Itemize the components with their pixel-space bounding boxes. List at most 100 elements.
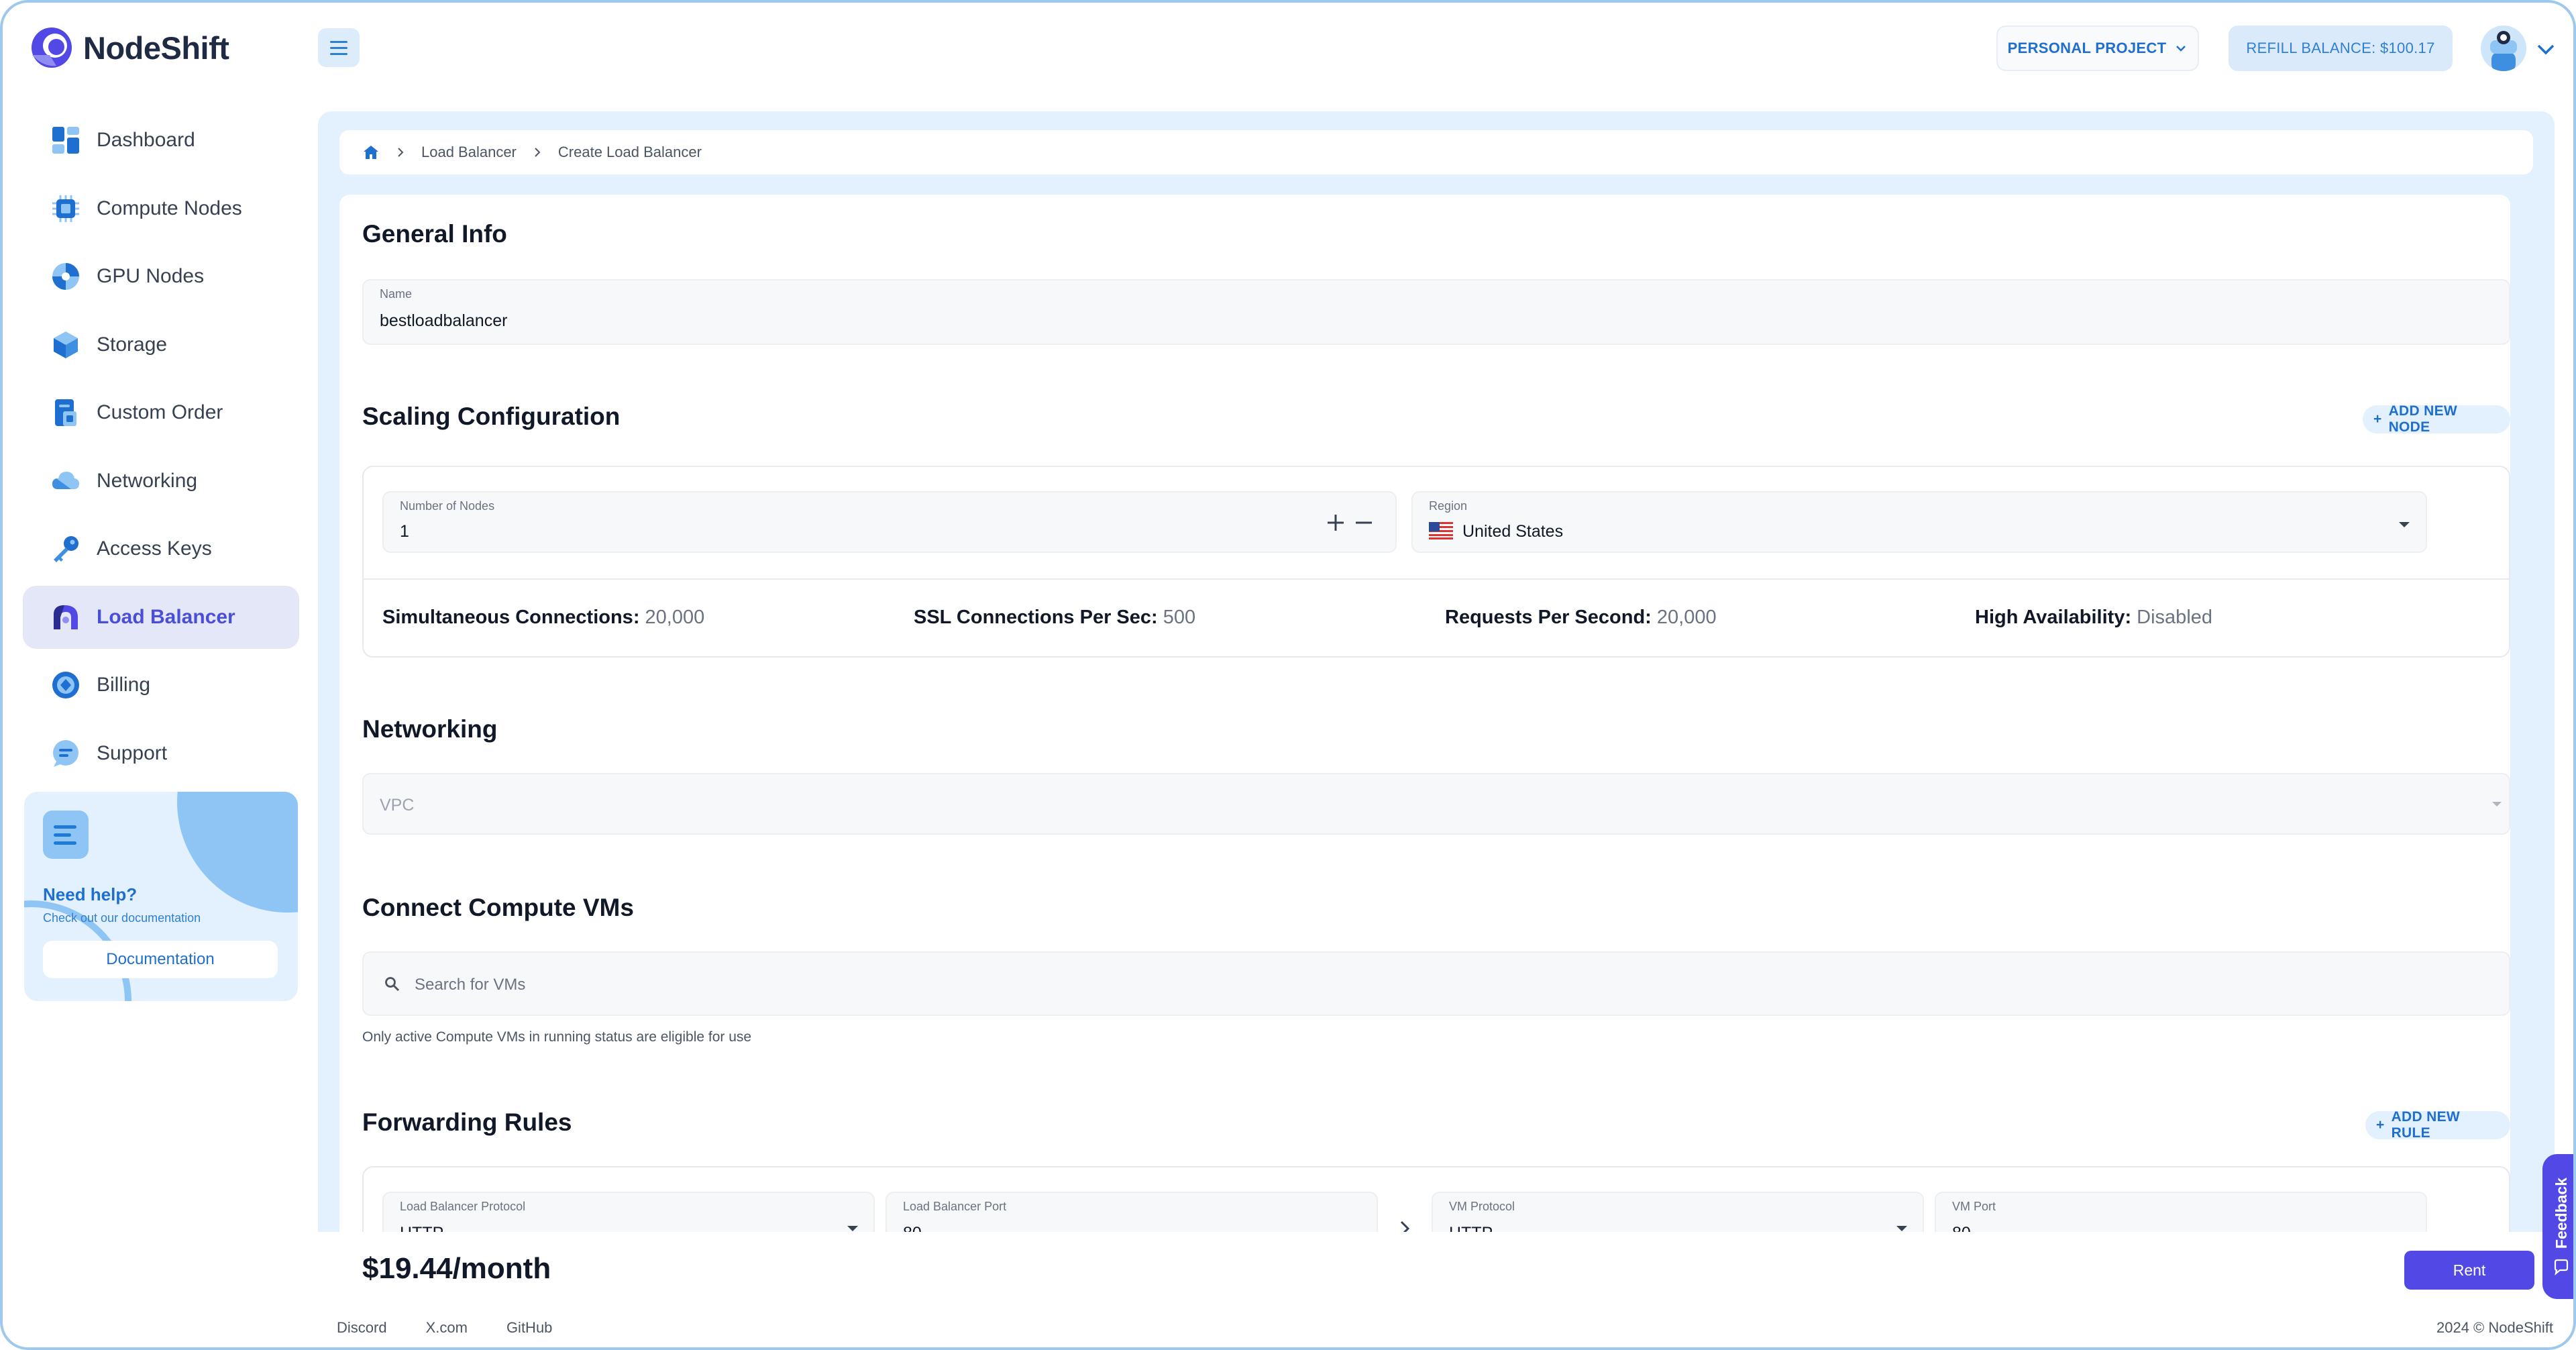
sidebar-item-label: Access Keys bbox=[97, 537, 212, 560]
region-field-value: United States bbox=[1462, 522, 1564, 541]
document-icon bbox=[43, 811, 89, 859]
name-field-value: bestloadbalancer bbox=[380, 311, 508, 330]
chevron-down-icon[interactable] bbox=[2534, 38, 2557, 60]
sidebar-item-compute-nodes[interactable]: Compute Nodes bbox=[23, 177, 299, 240]
sidebar-item-networking[interactable]: Networking bbox=[23, 450, 299, 513]
sidebar-item-label: Load Balancer bbox=[97, 605, 235, 628]
add-new-rule-label: ADD NEW RULE bbox=[2391, 1109, 2461, 1141]
billing-icon bbox=[50, 669, 82, 701]
name-field[interactable]: Name bestloadbalancer bbox=[362, 279, 2510, 345]
vm-port-input[interactable]: VM Port 80 bbox=[1935, 1192, 2427, 1232]
sidebar-item-label: Dashboard bbox=[97, 129, 195, 151]
feedback-tab[interactable]: Feedback bbox=[2542, 1154, 2573, 1299]
vm-protocol-value: HTTP bbox=[1449, 1224, 1493, 1232]
forwarding-rule-row: Load Balancer Protocol HTTP Load Balance… bbox=[362, 1166, 2510, 1232]
monthly-price: $19.44/month bbox=[362, 1252, 551, 1285]
sidebar-item-label: Support bbox=[97, 741, 168, 764]
nodes-field-value: 1 bbox=[400, 522, 409, 541]
sidebar-item-dashboard[interactable]: Dashboard bbox=[23, 109, 299, 172]
feedback-icon bbox=[2554, 1259, 2569, 1276]
divider bbox=[364, 578, 2509, 580]
search-icon bbox=[385, 977, 400, 992]
sidebar-item-billing[interactable]: Billing bbox=[23, 654, 299, 717]
dashboard-icon bbox=[50, 124, 82, 156]
sidebar-item-gpu-nodes[interactable]: GPU Nodes bbox=[23, 245, 299, 308]
search-vms-input[interactable]: Search for VMs bbox=[362, 951, 2510, 1016]
gpu-icon bbox=[50, 260, 82, 293]
cloud-icon bbox=[50, 465, 82, 497]
sidebar-item-label: GPU Nodes bbox=[97, 265, 205, 287]
add-new-node-label: ADD NEW NODE bbox=[2388, 403, 2458, 435]
minus-icon[interactable] bbox=[1354, 513, 1374, 533]
vm-protocol-label: VM Protocol bbox=[1449, 1200, 1515, 1213]
documentation-button[interactable]: Documentation bbox=[43, 941, 278, 978]
sidebar-item-support[interactable]: Support bbox=[23, 722, 299, 785]
number-of-nodes-stepper[interactable]: Number of Nodes 1 bbox=[382, 491, 1397, 553]
sidebar-item-label: Compute Nodes bbox=[97, 197, 242, 219]
footer-link-x[interactable]: X.com bbox=[426, 1319, 468, 1337]
storage-cube-icon bbox=[50, 329, 82, 361]
stat-requests-per-second: Requests Per Second: 20,000 bbox=[1445, 607, 1717, 628]
scaling-config-box: Number of Nodes 1 Region United States S… bbox=[362, 466, 2510, 658]
vpc-select[interactable]: VPC bbox=[362, 773, 2510, 835]
custom-order-icon bbox=[50, 397, 82, 429]
section-title-connect-compute-vms: Connect Compute VMs bbox=[362, 894, 634, 921]
section-title-scaling-configuration: Scaling Configuration bbox=[362, 403, 621, 430]
footer-link-github[interactable]: GitHub bbox=[506, 1319, 552, 1337]
arrow-right-icon bbox=[1400, 1221, 1410, 1232]
us-flag-icon bbox=[1429, 522, 1453, 539]
app-logo[interactable]: NodeShift bbox=[30, 24, 229, 71]
rent-button[interactable]: Rent bbox=[2404, 1251, 2534, 1290]
sidebar-item-storage[interactable]: Storage bbox=[23, 313, 299, 376]
lb-port-value: 80 bbox=[903, 1224, 922, 1232]
breadcrumb-item-load-balancer[interactable]: Load Balancer bbox=[421, 144, 517, 161]
region-field-label: Region bbox=[1429, 499, 1468, 513]
section-title-networking: Networking bbox=[362, 715, 498, 743]
dropdown-arrow-icon bbox=[847, 1226, 858, 1231]
home-icon[interactable] bbox=[362, 144, 380, 161]
hamburger-icon bbox=[330, 40, 347, 43]
lb-protocol-select[interactable]: Load Balancer Protocol HTTP bbox=[382, 1192, 875, 1232]
stat-high-availability: High Availability: Disabled bbox=[1975, 607, 2213, 628]
add-new-node-button[interactable]: + ADD NEW NODE bbox=[2363, 403, 2510, 435]
dropdown-arrow-icon bbox=[2492, 802, 2502, 807]
sidebar-item-access-keys[interactable]: Access Keys bbox=[23, 517, 299, 580]
section-title-forwarding-rules: Forwarding Rules bbox=[362, 1108, 572, 1136]
refill-balance-button[interactable]: REFILL BALANCE: $100.17 bbox=[2229, 25, 2453, 71]
chevron-right-icon bbox=[398, 148, 404, 157]
stat-ssl-connections: SSL Connections Per Sec: 500 bbox=[914, 607, 1196, 628]
sidebar-item-label: Custom Order bbox=[97, 401, 223, 423]
key-icon bbox=[50, 533, 82, 565]
name-field-label: Name bbox=[380, 287, 413, 301]
user-avatar-icon bbox=[2481, 25, 2526, 71]
stat-simultaneous-connections: Simultaneous Connections: 20,000 bbox=[382, 607, 705, 628]
avatar[interactable] bbox=[2481, 25, 2526, 71]
add-new-rule-button[interactable]: + ADD NEW RULE bbox=[2365, 1109, 2510, 1141]
sidebar-item-label: Networking bbox=[97, 469, 198, 492]
app-window: NodeShift Dashboard Compute Nodes GPU No… bbox=[0, 0, 2576, 1350]
nodeshift-logo-icon bbox=[32, 28, 72, 68]
menu-toggle-button[interactable] bbox=[318, 28, 360, 67]
load-balancer-icon bbox=[50, 601, 82, 633]
plus-icon[interactable] bbox=[1326, 513, 1346, 533]
region-select[interactable]: Region United States bbox=[1411, 491, 2427, 553]
sidebar-item-custom-order[interactable]: Custom Order bbox=[23, 381, 299, 444]
vm-protocol-select[interactable]: VM Protocol HTTP bbox=[1432, 1192, 1924, 1232]
sidebar-item-load-balancer[interactable]: Load Balancer bbox=[23, 585, 299, 649]
vpc-placeholder: VPC bbox=[380, 796, 415, 815]
footer-link-discord[interactable]: Discord bbox=[337, 1319, 387, 1337]
help-card: Need help? Check out our documentation D… bbox=[24, 792, 298, 1001]
project-selector[interactable]: PERSONAL PROJECT bbox=[1996, 25, 2199, 71]
lb-protocol-value: HTTP bbox=[400, 1224, 443, 1232]
dropdown-arrow-icon bbox=[2399, 522, 2410, 527]
chat-bubble-icon bbox=[50, 737, 82, 770]
copyright: 2024 © NodeShift bbox=[2436, 1319, 2553, 1336]
lb-port-input[interactable]: Load Balancer Port 80 bbox=[885, 1192, 1378, 1232]
sidebar-nav: Dashboard Compute Nodes GPU Nodes Storag… bbox=[23, 109, 299, 790]
help-title: Need help? bbox=[43, 884, 138, 904]
chevron-down-icon bbox=[2176, 46, 2186, 52]
lb-port-label: Load Balancer Port bbox=[903, 1200, 1007, 1213]
search-vms-placeholder: Search for VMs bbox=[415, 976, 526, 994]
footer-links: Discord X.com GitHub bbox=[337, 1319, 552, 1337]
sidebar-item-label: Storage bbox=[97, 333, 168, 356]
